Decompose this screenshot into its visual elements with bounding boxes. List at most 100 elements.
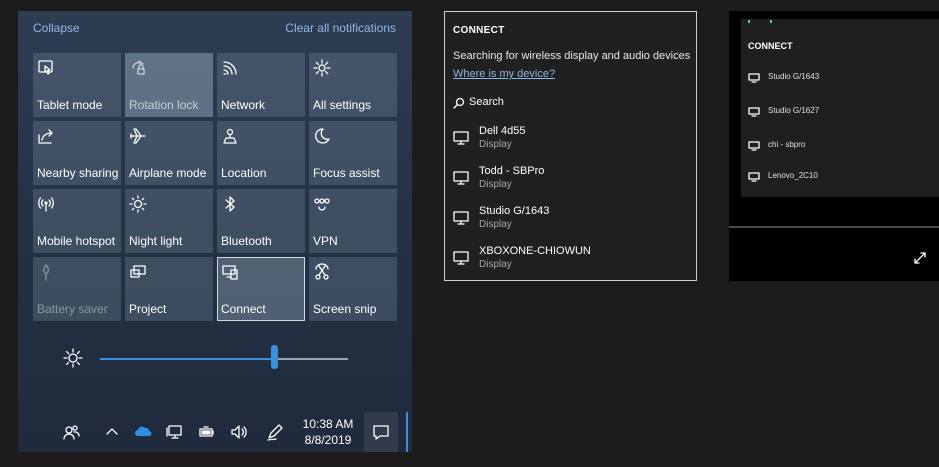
- sun-icon: [129, 195, 147, 213]
- pen-workspace-icon[interactable]: [266, 423, 284, 441]
- tile-nearby-sharing[interactable]: Nearby sharing: [33, 121, 121, 185]
- notification-icon: [373, 425, 389, 440]
- taskbar-divider: [406, 412, 408, 452]
- people-icon[interactable]: [62, 423, 80, 441]
- connect-icon: [221, 263, 239, 281]
- brightness-icon: [63, 348, 83, 368]
- monitor-icon: [453, 251, 469, 265]
- device-name: Dell 4d55: [479, 125, 526, 137]
- tile-mobile-hotspot[interactable]: Mobile hotspot: [33, 189, 121, 253]
- rotation-lock-icon: [129, 59, 147, 77]
- tile-label: Network: [221, 98, 266, 112]
- device-name: Todd - SBPro: [479, 165, 545, 177]
- brightness-control: [63, 344, 363, 374]
- tile-night-light[interactable]: Night light: [125, 189, 213, 253]
- tile-label: Battery saver: [37, 302, 108, 316]
- share-icon: [37, 127, 55, 145]
- tile-rotation-lock[interactable]: Rotation lock: [125, 53, 213, 117]
- battery-saver-icon: [37, 263, 55, 281]
- device-name: Studio G/1643: [479, 205, 550, 217]
- device-name: XBOXONE-CHIOWUN: [479, 245, 591, 257]
- tile-battery-saver[interactable]: Battery saver: [33, 257, 121, 321]
- device-item[interactable]: XBOXONE-CHIOWUN Display: [453, 245, 683, 275]
- device-name: Studio G/1643: [768, 72, 820, 81]
- device-item[interactable]: Studio G/1643 Display: [453, 205, 683, 235]
- monitor-icon: [453, 211, 469, 225]
- location-icon: [221, 127, 239, 145]
- taskbar-clock[interactable]: 10:38 AM 8/8/2019: [293, 416, 363, 448]
- search-icon: [453, 97, 465, 109]
- tile-label: Night light: [129, 234, 183, 248]
- action-center-button[interactable]: [364, 412, 398, 452]
- screen-snip-icon: [313, 263, 331, 281]
- device-type: Display: [479, 179, 512, 190]
- airplane-icon: [129, 127, 147, 145]
- connect-panel: CONNECT Searching for wireless display a…: [444, 11, 697, 281]
- tile-label: Airplane mode: [129, 166, 207, 180]
- tile-label: Mobile hotspot: [37, 234, 116, 248]
- device-type: Display: [479, 139, 512, 150]
- chevron-up-icon[interactable]: [103, 423, 121, 441]
- volume-icon[interactable]: [230, 423, 248, 441]
- bluetooth-icon: [221, 195, 239, 213]
- tile-label: Focus assist: [313, 166, 380, 180]
- collapse-link[interactable]: Collapse: [33, 21, 80, 35]
- monitor-icon: [748, 172, 760, 182]
- brightness-slider-fill: [100, 358, 274, 360]
- device-name: Lenovo_2C10: [768, 171, 818, 180]
- tile-screen-snip[interactable]: Screen snip: [309, 257, 397, 321]
- status-accent: [748, 20, 750, 23]
- moon-icon: [313, 127, 331, 145]
- brightness-slider-thumb[interactable]: [270, 345, 278, 369]
- status-accent: [770, 20, 772, 23]
- hotspot-icon: [37, 195, 55, 213]
- tile-label: Nearby sharing: [37, 166, 119, 180]
- monitor-icon: [748, 141, 760, 151]
- clear-all-notifications-link[interactable]: Clear all notifications: [285, 21, 396, 35]
- tile-label: All settings: [313, 98, 372, 112]
- tile-label: Screen snip: [313, 302, 377, 316]
- network-monitor-icon[interactable]: [166, 423, 184, 441]
- tile-all-settings[interactable]: All settings: [309, 53, 397, 117]
- device-name: Studio G/1627: [768, 106, 820, 115]
- vpn-icon: [313, 195, 331, 213]
- tile-label: VPN: [313, 234, 338, 248]
- tile-label: Bluetooth: [221, 234, 272, 248]
- tile-label: Rotation lock: [129, 98, 199, 112]
- device-type: Display: [479, 259, 512, 270]
- device-item[interactable]: Dell 4d55 Display: [453, 125, 683, 155]
- expand-icon[interactable]: [913, 251, 927, 265]
- network-icon: [221, 59, 239, 77]
- battery-icon[interactable]: [198, 423, 216, 441]
- tile-label: Connect: [221, 302, 266, 316]
- tile-bluetooth[interactable]: Bluetooth: [217, 189, 305, 253]
- connect-title: CONNECT: [453, 25, 505, 36]
- device-item[interactable]: Todd - SBPro Display: [453, 165, 683, 195]
- tile-location[interactable]: Location: [217, 121, 305, 185]
- gear-icon: [313, 59, 331, 77]
- tile-tablet-mode[interactable]: Tablet mode: [33, 53, 121, 117]
- action-center-panel: Collapse Clear all notifications Tablet …: [18, 11, 412, 452]
- tile-project[interactable]: Project: [125, 257, 213, 321]
- monitor-icon: [748, 73, 760, 83]
- onedrive-icon[interactable]: [134, 423, 152, 441]
- taskbar: 10:38 AM 8/8/2019: [18, 412, 412, 452]
- brightness-slider-track[interactable]: [100, 358, 348, 360]
- action-center-header: Collapse Clear all notifications: [33, 21, 396, 39]
- tile-airplane-mode[interactable]: Airplane mode: [125, 121, 213, 185]
- connect-panel-small: CONNECT Studio G/1643 Studio G/1627 chi …: [729, 11, 939, 281]
- help-link[interactable]: Where is my device?: [453, 68, 555, 80]
- device-type: Display: [479, 219, 512, 230]
- tile-label: Location: [221, 166, 267, 180]
- connect-small-list: CONNECT Studio G/1643 Studio G/1627 chi …: [741, 19, 939, 197]
- tile-vpn[interactable]: VPN: [309, 189, 397, 253]
- tile-focus-assist[interactable]: Focus assist: [309, 121, 397, 185]
- search-label: Search: [469, 96, 504, 108]
- connect-status: Searching for wireless display and audio…: [453, 50, 691, 62]
- tile-label: Project: [129, 302, 167, 316]
- connect-small-title: CONNECT: [748, 41, 793, 51]
- tile-network[interactable]: Network: [217, 53, 305, 117]
- tablet-mode-icon: [37, 59, 55, 77]
- clock-time: 10:38 AM: [302, 417, 354, 431]
- tile-connect[interactable]: Connect: [217, 257, 305, 321]
